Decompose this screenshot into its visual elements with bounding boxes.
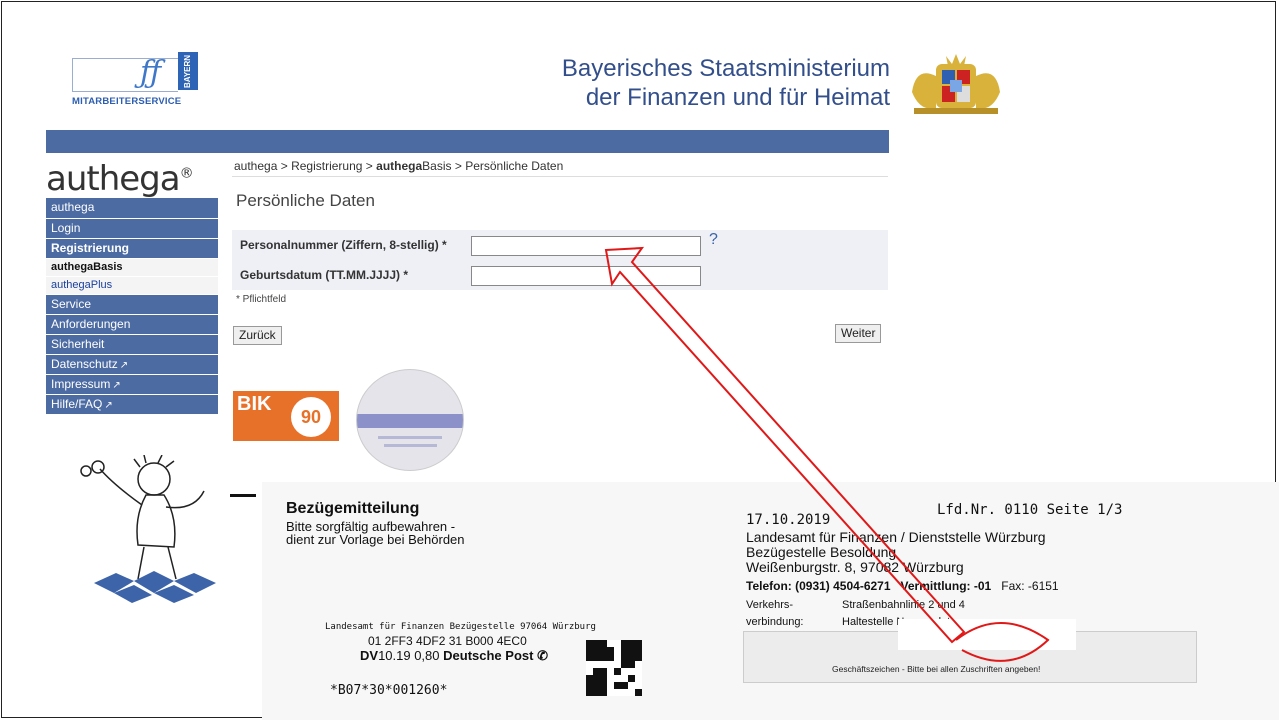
breadcrumb-separator: > xyxy=(277,159,292,173)
logo-outline xyxy=(72,58,178,92)
bavaria-crest-icon xyxy=(912,54,1000,114)
breadcrumb-registrierung[interactable]: Registrierung xyxy=(291,159,362,173)
sidebar-item-login[interactable]: Login xyxy=(46,219,218,238)
personalnummer-label: Personalnummer (Ziffern, 8-stellig) * xyxy=(240,238,447,252)
breadcrumb-current: Persönliche Daten xyxy=(465,159,564,173)
external-link-icon: ↗ xyxy=(119,360,129,371)
authega-logo: authega® xyxy=(46,159,194,199)
breadcrumb: authega > Registrierung > authegaBasis >… xyxy=(234,159,563,173)
letter-date: 17.10.2019 xyxy=(746,512,831,528)
sidebar-item-registrierung[interactable]: Registrierung xyxy=(46,239,218,258)
sidebar-item-anforderungen[interactable]: Anforderungen xyxy=(46,315,218,334)
letter-dv-rest: 10.19 0,80 xyxy=(378,648,440,663)
geschaeftszeichen-text: Geschäftszeichen - Bitte bei allen Zusch… xyxy=(832,664,1041,674)
logo-text: MITARBEITERSERVICE xyxy=(72,96,182,107)
header-bar xyxy=(46,130,889,153)
breadcrumb-authegabasis[interactable]: authegaBasis xyxy=(376,159,451,173)
letter-deutsche-post: Deutsche Post xyxy=(443,648,534,663)
personalnummer-input[interactable] xyxy=(471,236,701,256)
back-button[interactable]: Zurück xyxy=(233,326,282,345)
qr-code-icon xyxy=(586,640,642,696)
letter-title: Bezügemitteilung xyxy=(286,500,420,517)
bik-badge: BIK 90 xyxy=(233,391,339,441)
sidebar-item-hilfe-faq-label: Hilfe/FAQ xyxy=(51,397,103,411)
letter-sender: Landesamt für Finanzen Bezügestelle 9706… xyxy=(325,622,596,632)
help-icon[interactable]: ? xyxy=(709,231,718,249)
letter-address-line-1: Landesamt für Finanzen / Dienststelle Wü… xyxy=(746,529,1046,545)
letter-page-number: Lfd.Nr. 0110 Seite 1/3 xyxy=(937,502,1123,518)
breadcrumb-authega[interactable]: authega xyxy=(234,159,277,173)
breadcrumb-authegabasis-rest: Basis xyxy=(422,159,452,173)
sidebar-item-impressum[interactable]: Impressum ↗ xyxy=(46,375,218,394)
letter-barcode-text: *B07*30*001260* xyxy=(330,683,448,698)
external-link-icon: ↗ xyxy=(104,400,113,411)
personal-data-form: Personalnummer (Ziffern, 8-stellig) * ? … xyxy=(232,230,888,290)
ministry-line-2: der Finanzen und für Heimat xyxy=(585,84,890,111)
letter-verkehr-value-1: Straßenbahnlinie 2 und 4 xyxy=(842,599,965,611)
bik-text: BIK xyxy=(237,393,272,415)
post-horn-icon: ✆ xyxy=(537,648,548,663)
ministry-title: Bayerisches Staatsministerium der Finanz… xyxy=(470,54,890,112)
sidebar-item-datenschutz[interactable]: Datenschutz ↗ xyxy=(46,355,218,374)
letter-address-line-3: Weißenburgstr. 8, 97082 Würzburg xyxy=(746,559,964,575)
sidebar-item-hilfe-faq[interactable]: Hilfe/FAQ ↗ xyxy=(46,395,218,414)
breadcrumb-authegabasis-bold: authega xyxy=(376,159,423,173)
letter-postage: DV10.19 0,80 Deutsche Post ✆ xyxy=(360,648,548,664)
letter-telefon: Telefon: (0931) 4504-6271 xyxy=(746,579,891,593)
ministry-line-1: Bayerisches Staatsministerium xyxy=(561,55,890,82)
geburtsdatum-input[interactable] xyxy=(471,266,701,286)
authega-logo-text: authega xyxy=(46,159,181,199)
breadcrumb-separator: > xyxy=(451,159,466,173)
page-title: Persönliche Daten xyxy=(236,191,375,210)
letter-vermittlung: Vermittlung: -01 xyxy=(900,579,992,593)
bik-score: 90 xyxy=(291,397,331,437)
breadcrumb-separator: > xyxy=(362,159,377,173)
next-button[interactable]: Weiter xyxy=(835,324,882,343)
letter-dash xyxy=(230,494,256,497)
sidebar-item-authegaplus[interactable]: authegaPlus xyxy=(46,277,218,294)
letter-subtitle-line-2: dient zur Vorlage bei Behörden xyxy=(286,532,465,547)
sidebar-item-authegabasis[interactable]: authegaBasis xyxy=(46,259,218,276)
letter-dv: DV xyxy=(360,648,379,663)
letter-address-line-2: Bezügestelle Besoldung xyxy=(746,544,897,560)
letter-contact: Telefon: (0931) 4504-6271 Vermittlung: -… xyxy=(746,579,1059,593)
letter-subtitle: Bitte sorgfältig aufbewahren - dient zur… xyxy=(286,520,465,546)
logo-mark-icon: ƒƒ xyxy=(140,55,162,90)
sidebar-item-impressum-label: Impressum xyxy=(51,377,111,391)
registered-mark: ® xyxy=(179,165,194,182)
letter-code: 01 2FF3 4DF2 31 B000 4EC0 xyxy=(368,634,527,648)
sidebar-item-service[interactable]: Service xyxy=(46,295,218,314)
redaction-patch xyxy=(898,619,1076,650)
sidebar-item-sicherheit[interactable]: Sicherheit xyxy=(46,335,218,354)
letter-verkehr-label-2: verbindung: xyxy=(746,616,804,628)
letter-address: Landesamt für Finanzen / Dienststelle Wü… xyxy=(746,530,1046,575)
letter-verkehr-label: Verkehrs- verbindung: xyxy=(746,597,822,631)
letter-verkehr-label-1: Verkehrs- xyxy=(746,599,794,611)
logo-region: BAYERN xyxy=(178,52,198,90)
breadcrumb-divider xyxy=(232,176,888,177)
sidebar-item-datenschutz-label: Datenschutz xyxy=(51,357,118,371)
iso-certificate-badge xyxy=(356,369,464,471)
sidebar-nav: authega Login Registrierung authegaBasis… xyxy=(46,198,218,415)
mascot-illustration xyxy=(80,455,216,603)
external-link-icon: ↗ xyxy=(112,380,121,391)
geburtsdatum-label: Geburtsdatum (TT.MM.JJJJ) * xyxy=(240,268,409,282)
required-note: * Pflichtfeld xyxy=(236,294,287,305)
sidebar-section-authega: authega xyxy=(46,198,218,218)
letter-fax: Fax: -6151 xyxy=(1001,579,1059,593)
